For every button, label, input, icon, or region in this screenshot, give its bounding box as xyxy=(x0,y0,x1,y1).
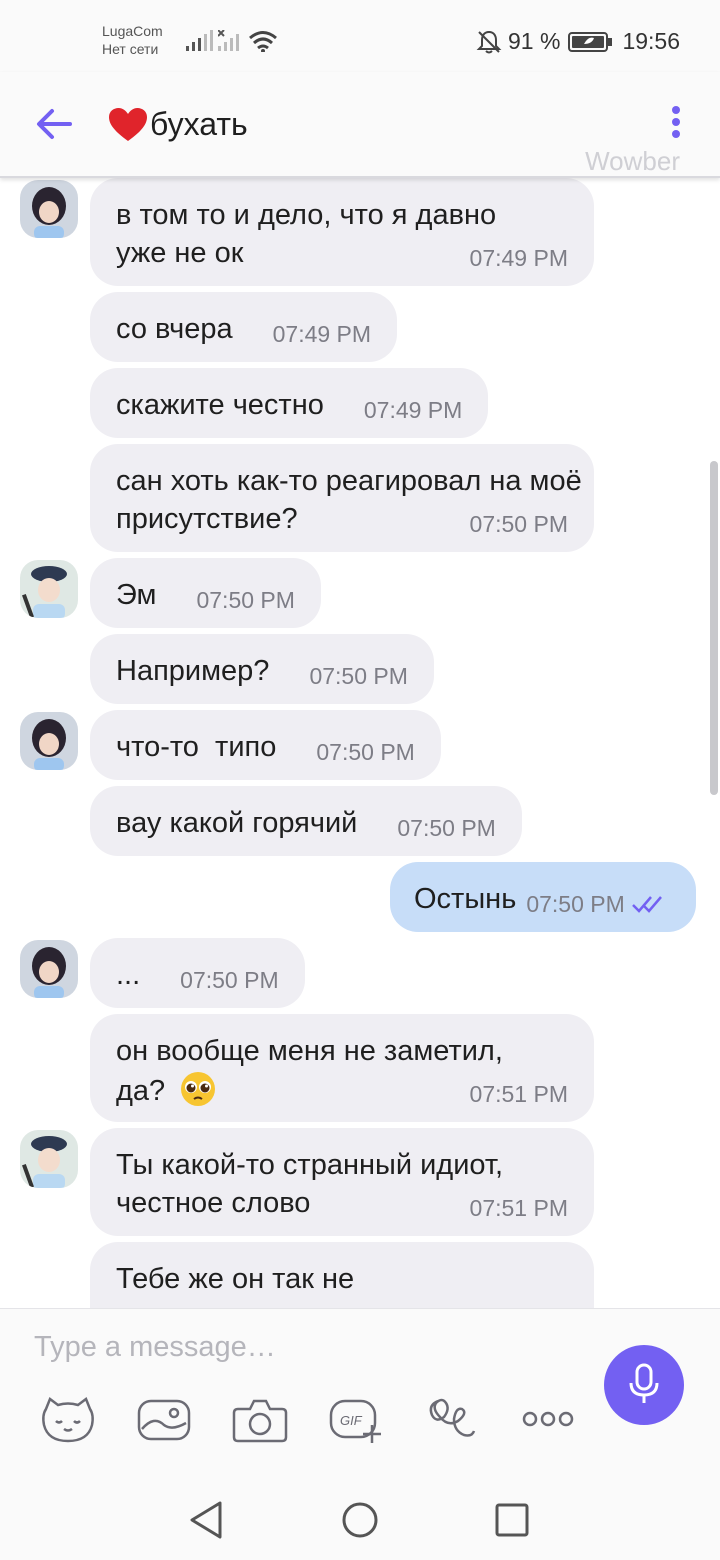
camera-icon[interactable] xyxy=(232,1395,288,1445)
avatar[interactable] xyxy=(20,180,78,238)
battery-percent: 91 % xyxy=(508,28,561,54)
gallery-icon[interactable] xyxy=(136,1395,192,1445)
message-input[interactable]: Type a message… xyxy=(34,1331,276,1364)
wifi-icon xyxy=(249,31,277,52)
message-bubble[interactable]: вау какой горячий 07:50 PM xyxy=(90,786,522,856)
message-time: 07:50 PM xyxy=(469,511,568,537)
avatar[interactable] xyxy=(20,940,78,998)
message-time: 07:51 PM xyxy=(469,1195,568,1221)
network-status: Нет сети xyxy=(102,41,159,57)
message-time: 07:50 PM xyxy=(526,891,625,917)
outgoing-message-bubble[interactable]: Остынь 07:50 PM xyxy=(390,862,696,932)
message-list[interactable]: в том то и дело, что я давно уже не ок 0… xyxy=(0,178,720,1308)
carrier-info: LugaCom Нет сети xyxy=(102,22,163,58)
read-receipt-icon xyxy=(631,896,662,913)
message-bubble[interactable]: ... 07:50 PM xyxy=(90,938,305,1008)
chat-title-text: бухать xyxy=(150,106,248,142)
nav-back-icon[interactable] xyxy=(188,1500,224,1540)
message-bubble[interactable]: Ты какой-то странный идиот, честное слов… xyxy=(90,1128,594,1236)
more-icon[interactable] xyxy=(520,1395,576,1445)
message-bubble[interactable]: он вообще меня не заметил, да? 07:51 PM xyxy=(90,1014,594,1122)
message-text: Тебе же он так не xyxy=(116,1263,355,1295)
message-bubble[interactable]: что-то типо 07:50 PM xyxy=(90,710,441,780)
back-arrow-icon[interactable] xyxy=(34,106,74,142)
message-time: 07:50 PM xyxy=(316,739,415,765)
message-text: скажите честно xyxy=(116,389,324,421)
signal-icon xyxy=(186,30,213,51)
status-bar: LugaCom Нет сети 91 % 19:56 xyxy=(0,0,720,72)
svg-text:GIF: GIF xyxy=(340,1413,363,1428)
battery-icon xyxy=(568,31,613,52)
mute-notifications-icon xyxy=(476,30,502,53)
carrier-name: LugaCom xyxy=(102,23,163,39)
doodle-icon[interactable] xyxy=(424,1395,480,1445)
message-text-content: он вообще меня не заметил, да? xyxy=(116,1035,503,1107)
message-text: Например? xyxy=(116,655,270,687)
message-bubble[interactable]: в том то и дело, что я давно уже не ок 0… xyxy=(90,178,594,286)
message-time: 07:51 PM xyxy=(469,1081,568,1107)
message-bubble[interactable]: скажите честно 07:49 PM xyxy=(90,368,489,438)
message-time: 07:49 PM xyxy=(363,397,463,423)
nav-home-icon[interactable] xyxy=(340,1500,380,1540)
message-time: 07:50 PM xyxy=(397,815,496,841)
clock: 19:56 xyxy=(622,28,680,54)
message-time: 07:50 PM xyxy=(309,663,408,689)
chat-title[interactable]: бухать xyxy=(108,106,248,143)
avatar[interactable] xyxy=(20,1130,78,1188)
message-time: 07:50 PM xyxy=(180,967,279,993)
gif-icon[interactable]: GIF xyxy=(328,1395,384,1445)
message-text: что-то типо xyxy=(116,731,277,763)
scrollbar[interactable] xyxy=(710,461,718,795)
status-right: 91 % 19:56 xyxy=(476,28,680,55)
message-text: Остынь xyxy=(414,883,517,915)
more-options-icon[interactable] xyxy=(662,106,690,142)
chat-header: бухать Wowber xyxy=(0,72,720,178)
message-composer: Type a message… GIF xyxy=(0,1308,720,1480)
message-text: ... xyxy=(116,959,141,991)
message-text: вау какой горячий xyxy=(116,807,358,839)
avatar[interactable] xyxy=(20,560,78,618)
message-text: со вчера xyxy=(116,313,233,345)
message-time: 07:49 PM xyxy=(469,245,568,271)
avatar[interactable] xyxy=(20,712,78,770)
nav-recents-icon[interactable] xyxy=(494,1500,530,1540)
message-time: 07:50 PM xyxy=(196,587,295,613)
microphone-icon xyxy=(629,1363,659,1403)
message-bubble[interactable]: сан хоть как-то реагировал на моё присут… xyxy=(90,444,594,552)
signal-no-service-icon xyxy=(218,30,239,51)
message-time: 07:49 PM xyxy=(272,321,372,347)
message-bubble[interactable]: со вчера 07:49 PM xyxy=(90,292,398,362)
sticker-icon[interactable] xyxy=(40,1395,96,1445)
message-bubble[interactable]: Например? 07:50 PM xyxy=(90,634,434,704)
system-navigation-bar xyxy=(0,1480,720,1560)
message-text: Эм xyxy=(116,579,157,611)
microphone-button[interactable] xyxy=(604,1345,684,1425)
pleading-face-emoji-icon xyxy=(181,1072,216,1106)
message-bubble[interactable]: Тебе же он так не xyxy=(90,1242,594,1308)
watermark: Wowber xyxy=(585,146,680,176)
message-bubble[interactable]: Эм 07:50 PM xyxy=(90,558,321,628)
heart-icon xyxy=(109,107,147,141)
